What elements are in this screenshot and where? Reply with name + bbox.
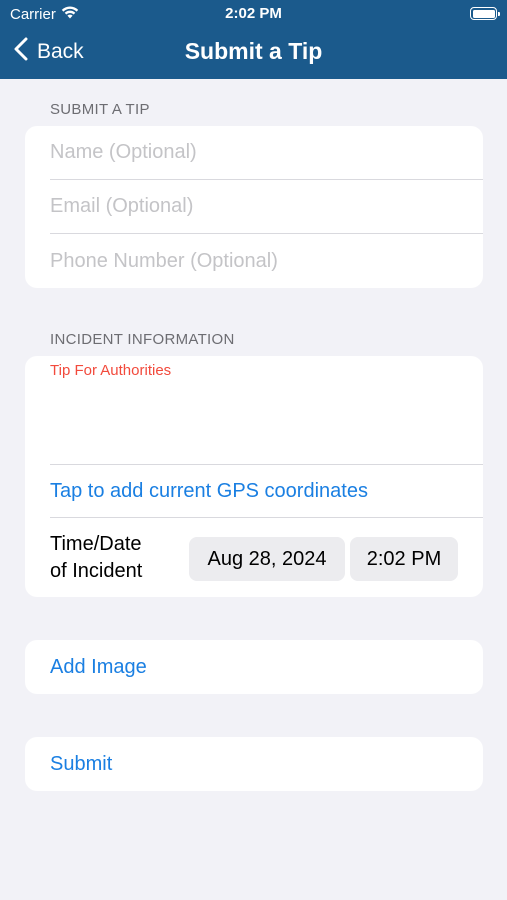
- battery-level: [472, 9, 495, 18]
- page-title: Submit a Tip: [184, 38, 323, 64]
- navigation-bar: Carrier 2:02 PM Back Submit a Tip: [0, 0, 507, 79]
- phone-row: [50, 234, 483, 288]
- submit-card: Submit: [25, 737, 483, 791]
- add-image-label: Add Image: [50, 655, 147, 678]
- name-row: [50, 126, 483, 180]
- time-date-label: Time/Date of Incident: [50, 531, 142, 585]
- time-date-label-line1: Time/Date: [50, 533, 142, 555]
- name-field[interactable]: [50, 126, 483, 179]
- tip-row: Tip For Authorities: [25, 356, 483, 464]
- email-field[interactable]: [50, 180, 483, 233]
- submit-label: Submit: [50, 752, 113, 775]
- time-date-label-line2: of Incident: [50, 560, 143, 582]
- contact-card: [25, 126, 483, 288]
- date-picker-button[interactable]: Aug 28, 2024: [189, 537, 345, 581]
- tip-text-area[interactable]: [50, 384, 463, 454]
- status-bar: Carrier 2:02 PM: [0, 0, 507, 28]
- time-date-row: Time/Date of Incident Aug 28, 2024 2:02 …: [25, 518, 483, 597]
- add-image-button[interactable]: Add Image: [50, 640, 483, 694]
- phone-field[interactable]: [50, 234, 483, 288]
- section-header-incident: INCIDENT INFORMATION: [50, 331, 235, 348]
- tip-label: Tip For Authorities: [50, 362, 172, 379]
- email-row: [50, 180, 483, 234]
- section-header-submit: SUBMIT A TIP: [50, 101, 150, 118]
- time-picker-button[interactable]: 2:02 PM: [350, 537, 458, 581]
- add-image-card: Add Image: [25, 640, 483, 694]
- gps-row: Tap to add current GPS coordinates: [50, 465, 483, 518]
- status-time: 2:02 PM: [225, 5, 282, 22]
- battery-icon: [470, 7, 500, 20]
- incident-card: Tip For Authorities Tap to add current G…: [25, 356, 483, 597]
- gps-coordinates-link[interactable]: Tap to add current GPS coordinates: [50, 480, 368, 503]
- submit-button[interactable]: Submit: [50, 737, 483, 791]
